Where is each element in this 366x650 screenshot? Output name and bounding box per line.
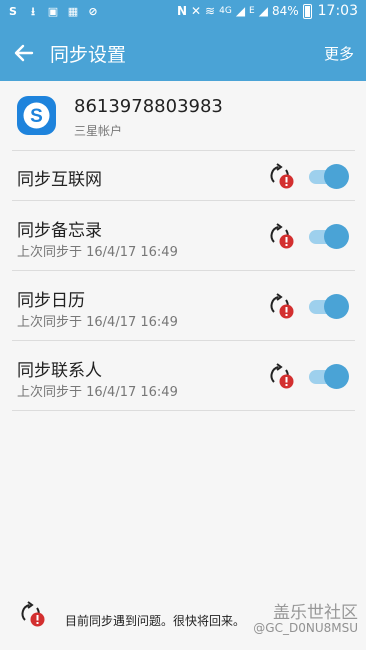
- signal-icon-1: ◢: [235, 4, 246, 18]
- signal-icon-2: ◢: [258, 4, 268, 18]
- divider: [12, 410, 355, 411]
- sync-status-bar: 目前同步遇到问题。很快将回来。 盖乐世社区 @GC_D0NU8MSU: [0, 595, 366, 650]
- sync-toggle[interactable]: [307, 363, 349, 389]
- app-notification-icon: ▣: [47, 5, 59, 18]
- last-sync-text: 上次同步于 16/4/17 16:49: [17, 315, 178, 330]
- battery-percent: 84%: [271, 4, 299, 18]
- samsung-account-icon: S: [17, 96, 56, 135]
- row-title: 同步日历: [17, 291, 85, 311]
- sync-toggle[interactable]: [307, 223, 349, 249]
- more-button[interactable]: 更多: [324, 43, 354, 64]
- sync-toggle[interactable]: [307, 293, 349, 319]
- signal-label: E: [249, 6, 255, 16]
- back-arrow-icon[interactable]: [12, 39, 36, 67]
- download-icon: ⭳: [31, 5, 35, 18]
- account-number: 8613978803983: [74, 96, 223, 117]
- last-sync-text: 上次同步于 16/4/17 16:49: [17, 385, 178, 400]
- notification-icons: S ⭳ ▣ ▦ ⊘: [6, 4, 100, 20]
- gallery-notification-icon: ▦: [67, 5, 79, 18]
- app-bar: 同步设置 更多: [0, 25, 366, 81]
- nfc-icon: N: [176, 4, 187, 18]
- row-title: 同步联系人: [17, 361, 102, 381]
- sync-row-calendar[interactable]: 同步日历 上次同步于 16/4/17 16:49: [0, 271, 366, 340]
- last-sync-text: 上次同步于 16/4/17 16:49: [17, 245, 178, 260]
- watermark-user: @GC_D0NU8MSU: [253, 621, 358, 635]
- mute-icon: ✕: [190, 4, 202, 18]
- sync-toggle[interactable]: [307, 163, 349, 189]
- account-type: 三星帐户: [74, 124, 123, 138]
- wifi-icon: ≋: [205, 4, 216, 18]
- svg-text:S: S: [30, 106, 43, 127]
- sync-row-contacts[interactable]: 同步联系人 上次同步于 16/4/17 16:49: [0, 341, 366, 410]
- system-icons: N ✕ ≋ 4G ◢ E ◢ 84% 17:03: [177, 3, 358, 19]
- sync-error-icon[interactable]: [266, 291, 296, 321]
- status-bar: S ⭳ ▣ ▦ ⊘ N ✕ ≋ 4G ◢ E ◢ 84% 17:03: [0, 0, 366, 25]
- watermark-title: 盖乐世社区: [273, 603, 358, 623]
- network-type: 4G: [219, 6, 232, 16]
- sync-row-memo[interactable]: 同步备忘录 上次同步于 16/4/17 16:49: [0, 201, 366, 270]
- s-app-icon: S: [9, 5, 17, 18]
- page-title: 同步设置: [50, 44, 127, 66]
- sync-status-message: 目前同步遇到问题。很快将回来。: [65, 614, 246, 628]
- sync-error-icon[interactable]: [266, 161, 296, 191]
- row-title: 同步备忘录: [17, 221, 102, 241]
- clock: 17:03: [317, 3, 358, 19]
- sync-error-icon[interactable]: [266, 361, 296, 391]
- row-title: 同步互联网: [17, 170, 102, 190]
- sync-row-internet[interactable]: 同步互联网: [0, 151, 366, 200]
- battery-icon: [302, 3, 312, 19]
- account-row[interactable]: S 8613978803983 三星帐户: [0, 81, 366, 151]
- blocked-icon: ⊘: [88, 5, 98, 18]
- sync-error-icon[interactable]: [266, 221, 296, 251]
- sync-error-icon: [21, 601, 45, 627]
